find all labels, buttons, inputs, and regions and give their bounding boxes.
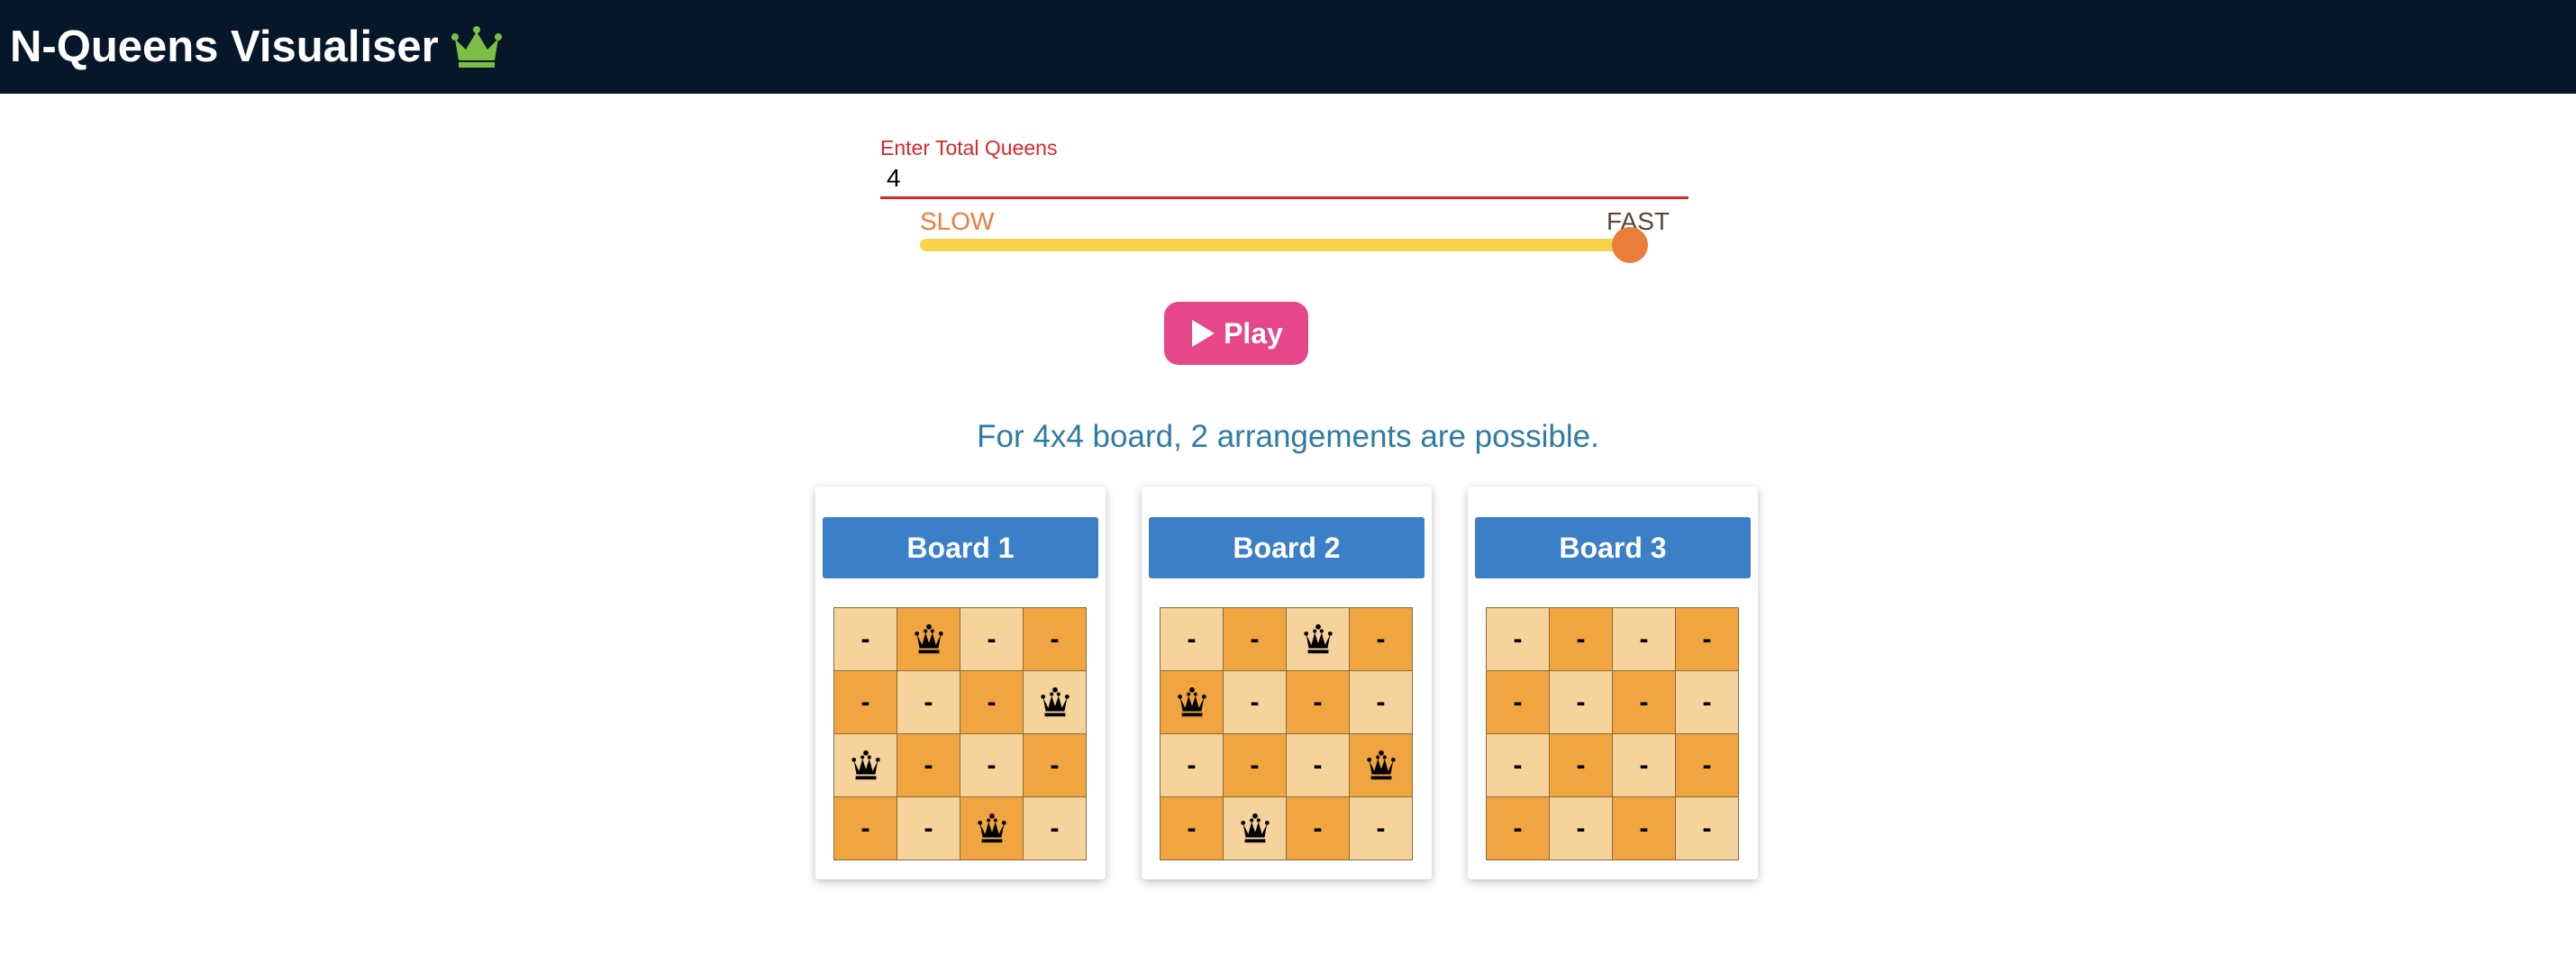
board-title: Board 3 (1475, 517, 1751, 578)
queen-icon (897, 608, 960, 671)
board-card: Board 3---------------- (1468, 487, 1758, 879)
board-cell: - (897, 671, 960, 734)
board-cell: - (1024, 608, 1087, 671)
board-card: Board 2------------ (1142, 487, 1432, 879)
board-cell: - (1550, 608, 1613, 671)
board-cell: - (1550, 734, 1613, 797)
chess-board: ------------ (833, 607, 1087, 860)
board-title: Board 1 (823, 517, 1098, 578)
top-navbar: N-Queens Visualiser (0, 0, 2576, 94)
board-cell: - (1676, 797, 1739, 860)
board-cell: - (1350, 797, 1413, 860)
board-cell: - (1024, 797, 1087, 860)
play-icon (1189, 318, 1216, 349)
board-cell: - (1161, 797, 1224, 860)
board-cell: - (1487, 797, 1550, 860)
board-cell: - (897, 734, 960, 797)
board-cell: - (1487, 671, 1550, 734)
slow-label: SLOW (920, 207, 995, 235)
crown-icon (450, 24, 504, 69)
board-cell: - (1676, 608, 1739, 671)
board-cell: - (960, 608, 1024, 671)
board-cell: - (1287, 797, 1350, 860)
queen-icon (1024, 671, 1087, 734)
result-text: For 4x4 board, 2 arrangements are possib… (977, 419, 1599, 454)
queen-icon (960, 797, 1024, 860)
board-cell: - (834, 797, 897, 860)
chess-board: ---------------- (1486, 607, 1739, 860)
queen-icon (834, 734, 897, 797)
queen-icon (1224, 797, 1287, 860)
queens-input-label: Enter Total Queens (880, 136, 1058, 159)
app-title: N-Queens Visualiser (10, 23, 439, 71)
board-title: Board 2 (1149, 517, 1425, 578)
board-cell: - (1224, 671, 1287, 734)
app-title-container: N-Queens Visualiser (10, 22, 504, 72)
chess-board: ------------ (1160, 607, 1413, 860)
queen-icon (1287, 608, 1350, 671)
board-cell: - (1224, 608, 1287, 671)
board-cell: - (1676, 734, 1739, 797)
board-cell: - (897, 797, 960, 860)
board-cell: - (1613, 797, 1676, 860)
queen-icon (1161, 671, 1224, 734)
play-button[interactable]: Play (1164, 302, 1308, 365)
board-cell: - (1550, 797, 1613, 860)
queens-input[interactable] (880, 160, 1689, 199)
board-cell: - (1613, 608, 1676, 671)
board-cell: - (1613, 671, 1676, 734)
board-card: Board 1------------ (815, 487, 1106, 879)
board-cell: - (1487, 734, 1550, 797)
board-cell: - (960, 734, 1024, 797)
controls-form: Enter Total Queens SLOW FAST (880, 135, 1691, 263)
board-cell: - (1024, 734, 1087, 797)
board-cell: - (1224, 734, 1287, 797)
board-cell: - (1350, 608, 1413, 671)
speed-slider-thumb[interactable] (1612, 227, 1648, 263)
board-cell: - (1487, 608, 1550, 671)
board-cell: - (834, 671, 897, 734)
speed-slider-track[interactable] (920, 239, 1632, 251)
board-cell: - (1350, 671, 1413, 734)
board-cell: - (1287, 734, 1350, 797)
board-cell: - (960, 671, 1024, 734)
board-cell: - (834, 608, 897, 671)
queen-icon (1350, 734, 1413, 797)
play-label: Play (1224, 316, 1283, 350)
board-cell: - (1550, 671, 1613, 734)
board-cell: - (1613, 734, 1676, 797)
board-cell: - (1676, 671, 1739, 734)
speed-control: SLOW FAST (920, 207, 1670, 243)
board-cell: - (1161, 734, 1224, 797)
board-cell: - (1287, 671, 1350, 734)
boards-container: Board 1- - - - - - - - - - - - Board 2- - - - - - - - - - - - Bo… (815, 487, 1758, 879)
board-cell: - (1161, 608, 1224, 671)
